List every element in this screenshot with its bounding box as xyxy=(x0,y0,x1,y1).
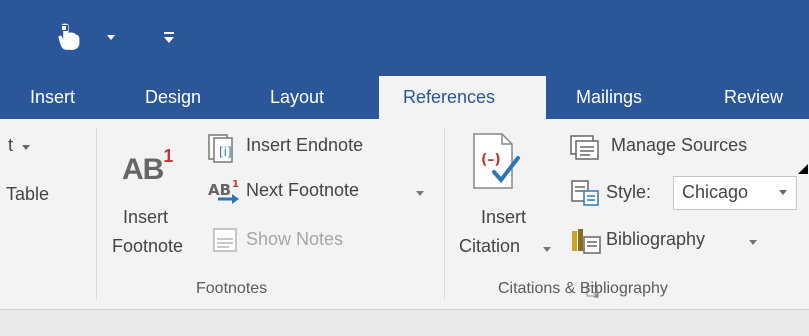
touch-mode-icon[interactable] xyxy=(56,22,86,54)
insert-endnote-button[interactable]: Insert Endnote xyxy=(246,135,363,156)
citations-group-label: Citations & Bibliography xyxy=(498,280,668,297)
tab-design[interactable]: Design xyxy=(139,76,207,119)
insert-footnote-icon[interactable]: AB1 xyxy=(122,146,173,187)
svg-text:1: 1 xyxy=(232,179,239,190)
customize-qat-icon[interactable] xyxy=(160,26,178,48)
dropdown-arrow-icon[interactable] xyxy=(104,30,118,44)
insert-citation-icon[interactable]: (–) xyxy=(470,132,522,192)
insert-footnote-icon-text: AB xyxy=(122,153,164,186)
svg-text:AB: AB xyxy=(208,181,231,199)
tab-references[interactable]: References xyxy=(379,76,546,119)
show-notes-icon xyxy=(213,228,237,252)
chevron-down-icon[interactable] xyxy=(415,188,425,198)
citation-style-value: Chicago xyxy=(682,182,749,202)
footnotes-group-label: Footnotes xyxy=(196,280,268,297)
chevron-down-icon[interactable] xyxy=(542,244,552,254)
ribbon-tabs: Insert Design Layout References Mailings… xyxy=(0,76,809,119)
partial-button-label[interactable]: t xyxy=(8,135,13,156)
document-area xyxy=(0,310,809,336)
style-icon xyxy=(571,180,599,206)
table-button[interactable]: Table xyxy=(6,184,49,205)
insert-footnote-label-1[interactable]: Insert xyxy=(123,207,168,228)
manage-sources-button[interactable]: Manage Sources xyxy=(611,135,747,156)
insert-citation-label-1[interactable]: Insert xyxy=(481,207,526,228)
insert-footnote-label-2[interactable]: Footnote xyxy=(112,236,183,257)
group-separator xyxy=(96,128,97,300)
citation-style-select[interactable]: Chicago xyxy=(673,176,797,210)
tab-layout[interactable]: Layout xyxy=(264,76,330,119)
insert-footnote-icon-sup: 1 xyxy=(163,146,173,166)
bibliography-icon xyxy=(572,229,601,254)
next-footnote-icon: AB 1 xyxy=(208,179,239,204)
bibliography-button[interactable]: Bibliography xyxy=(606,229,705,250)
chevron-down-icon[interactable] xyxy=(748,237,758,247)
tab-review[interactable]: Review xyxy=(718,76,789,119)
chevron-down-icon[interactable] xyxy=(778,189,788,197)
insert-endnote-icon: [i] xyxy=(208,134,233,163)
ribbon-scroll-indicator-icon xyxy=(798,164,808,174)
svg-text:(–): (–) xyxy=(481,152,501,168)
tab-insert[interactable]: Insert xyxy=(24,76,81,119)
show-notes-button[interactable]: Show Notes xyxy=(246,229,343,250)
title-bar xyxy=(0,0,809,76)
next-footnote-button[interactable]: Next Footnote xyxy=(246,180,359,201)
insert-citation-label-2[interactable]: Citation xyxy=(459,236,520,257)
chevron-down-icon xyxy=(22,145,30,150)
tab-mailings[interactable]: Mailings xyxy=(570,76,648,119)
group-separator xyxy=(444,128,445,300)
svg-text:[i]: [i] xyxy=(219,145,232,159)
manage-sources-icon xyxy=(570,135,599,160)
style-label: Style: xyxy=(606,182,652,202)
